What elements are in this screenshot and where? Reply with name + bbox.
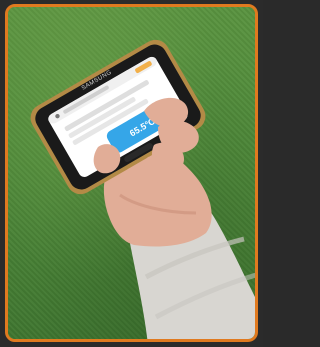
photo-scene: 65.5°C SAMSUNG bbox=[30, 39, 255, 339]
photo-frame: 65.5°C SAMSUNG bbox=[0, 0, 263, 347]
photo-border: 65.5°C SAMSUNG bbox=[5, 4, 258, 342]
